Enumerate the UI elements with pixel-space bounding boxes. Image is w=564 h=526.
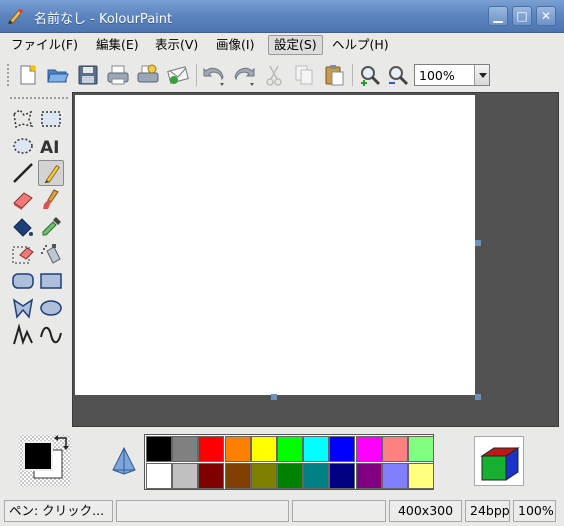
status-color-depth: 24bpp (465, 500, 510, 522)
palette-swatch[interactable] (198, 463, 225, 489)
curve-icon[interactable] (38, 322, 64, 348)
status-message: ペン: クリック... (4, 500, 113, 522)
free-form-selection-icon[interactable] (10, 106, 36, 132)
menu-help[interactable]: ヘルプ(H) (327, 35, 394, 55)
drawing-canvas[interactable] (75, 95, 475, 395)
brush-tool-icon[interactable] (38, 187, 64, 213)
title-bar: 名前なし - KolourPaint ▁ □ ✕ (0, 0, 564, 33)
redo-icon[interactable] (232, 63, 256, 87)
rectangular-selection-icon[interactable] (38, 106, 64, 132)
pen-tool-icon[interactable] (38, 160, 64, 186)
palette-swatch[interactable] (198, 436, 225, 462)
ellipse-icon[interactable] (38, 295, 64, 321)
svg-text:AI: AI (40, 138, 59, 158)
new-document-icon[interactable] (16, 63, 40, 87)
palette-swatch[interactable] (146, 436, 172, 462)
color-palette (144, 434, 434, 490)
menu-bar: ファイル(F) 編集(E) 表示(V) 画像(I) 設定(S) ヘルプ(H) (0, 33, 564, 57)
cut-icon[interactable] (262, 63, 286, 87)
email-icon[interactable] (166, 63, 190, 87)
minimize-button[interactable]: ▁ (488, 6, 508, 26)
tool-option-pyramid-icon[interactable] (110, 446, 138, 476)
palette-swatch[interactable] (303, 463, 330, 489)
color-box-graphic (19, 435, 71, 487)
close-button[interactable]: ✕ (536, 6, 556, 26)
flood-fill-icon[interactable] (10, 214, 36, 240)
palette-swatch[interactable] (329, 436, 356, 462)
palette-swatch[interactable] (146, 463, 172, 489)
palette-swatch[interactable] (329, 463, 356, 489)
palette-swatch[interactable] (250, 436, 277, 462)
palette-swatch[interactable] (277, 436, 303, 462)
toolbar-separator (196, 64, 197, 86)
open-folder-icon[interactable] (46, 63, 70, 87)
palette-swatch[interactable] (408, 463, 434, 489)
status-zoom: 100% (513, 500, 556, 522)
palette-swatch[interactable] (355, 436, 382, 462)
foreground-color-swatch[interactable] (23, 441, 53, 471)
zoom-in-icon[interactable] (358, 63, 382, 87)
rounded-rectangle-icon[interactable] (10, 268, 36, 294)
color-picker-icon[interactable] (38, 214, 64, 240)
undo-icon[interactable] (202, 63, 226, 87)
menu-view[interactable]: 表示(V) (150, 35, 203, 55)
text-tool-icon[interactable]: AI (38, 133, 64, 159)
palette-swatch[interactable] (381, 436, 408, 462)
chevron-down-icon (479, 73, 487, 78)
rectangle-icon[interactable] (38, 268, 64, 294)
resize-handle-right[interactable] (475, 240, 481, 246)
menu-edit[interactable]: 編集(E) (91, 35, 144, 55)
status-image-size: 400x300 (389, 500, 462, 522)
palette-swatch[interactable] (250, 463, 277, 489)
resize-handle-corner[interactable] (475, 394, 481, 400)
window-title: 名前なし - KolourPaint (34, 12, 173, 27)
toolbar-separator (352, 64, 353, 86)
color-cube-icon[interactable] (474, 436, 524, 486)
palette-swatch[interactable] (224, 463, 251, 489)
line-tool-icon[interactable] (10, 160, 36, 186)
palette-swatch[interactable] (224, 436, 251, 462)
color-box (18, 434, 72, 488)
zoom-combobox[interactable]: 100% (414, 64, 490, 86)
menu-image[interactable]: 画像(I) (211, 35, 259, 55)
toolbar-grip[interactable] (6, 63, 10, 87)
copy-icon[interactable] (292, 63, 316, 87)
spraycan-icon[interactable] (38, 241, 64, 267)
status-cursor-position (116, 500, 289, 522)
polygon-icon[interactable] (10, 295, 36, 321)
color-eraser-icon[interactable] (10, 241, 36, 267)
resize-handle-bottom[interactable] (271, 394, 277, 400)
menu-file[interactable]: ファイル(F) (6, 35, 83, 55)
palette-swatch[interactable] (172, 436, 199, 462)
palette-swatch[interactable] (303, 436, 330, 462)
menu-settings[interactable]: 設定(S) (268, 35, 323, 55)
palette-swatch[interactable] (381, 463, 408, 489)
elliptical-selection-icon[interactable] (10, 133, 36, 159)
status-selection-size (292, 500, 386, 522)
palette-swatch[interactable] (277, 463, 303, 489)
status-bar: ペン: クリック... 400x300 24bpp 100% (0, 498, 564, 524)
eraser-tool-icon[interactable] (10, 187, 36, 213)
print-preview-icon[interactable] (136, 63, 160, 87)
print-icon[interactable] (106, 63, 130, 87)
palette-swatch[interactable] (355, 463, 382, 489)
palette-swatch[interactable] (408, 436, 434, 462)
maximize-button[interactable]: □ (512, 6, 532, 26)
palette-swatch[interactable] (172, 463, 199, 489)
kolourpaint-app-icon (8, 9, 23, 25)
canvas-scroll-area[interactable] (72, 92, 559, 427)
paste-icon[interactable] (322, 63, 346, 87)
zoom-out-icon[interactable] (386, 63, 410, 87)
zoom-value: 100% (419, 68, 455, 83)
toolbox-grip[interactable] (9, 96, 69, 100)
save-disk-icon[interactable] (76, 63, 100, 87)
connected-lines-icon[interactable] (10, 322, 36, 348)
zoom-dropdown-button[interactable] (474, 65, 489, 85)
